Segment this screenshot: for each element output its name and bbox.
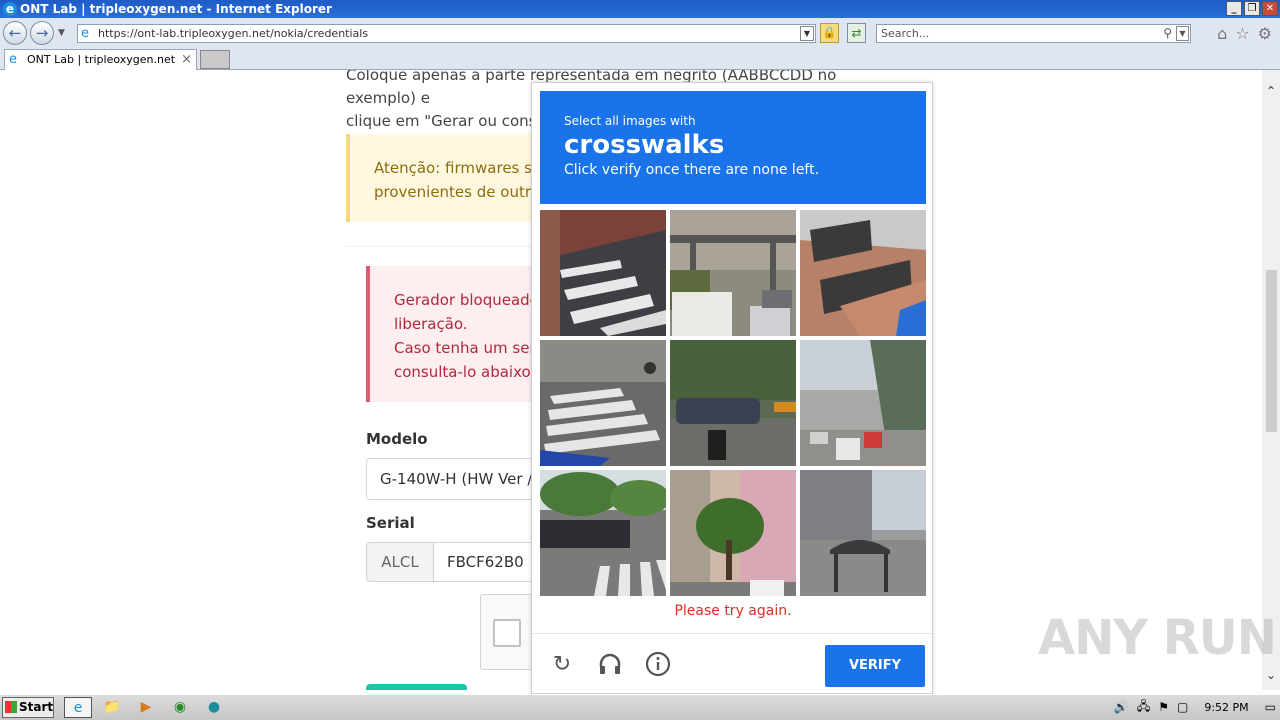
submit-button[interactable] (366, 684, 467, 690)
taskbar-edge-icon[interactable]: ● (200, 697, 228, 718)
tab-label: ONT Lab | tripleoxygen.net (27, 53, 176, 66)
car-motorcycle-image (670, 340, 796, 466)
captcha-challenge: Select all images with crosswalks Click … (531, 82, 934, 695)
audio-headphones-icon[interactable] (596, 651, 624, 679)
captcha-tile-7[interactable] (540, 470, 666, 596)
minimize-button[interactable]: _ (1226, 1, 1242, 16)
taskbar-ie-icon[interactable]: e (64, 697, 92, 718)
captcha-tile-9[interactable] (800, 470, 926, 596)
settings-gear-icon[interactable]: ⚙ (1258, 24, 1272, 43)
window-title-bar: e ONT Lab | tripleoxygen.net - Internet … (0, 0, 1280, 18)
favorites-star-icon[interactable]: ☆ (1235, 24, 1249, 43)
captcha-checkbox[interactable] (493, 619, 521, 647)
captcha-tile-4[interactable] (540, 340, 666, 466)
captcha-tile-8[interactable] (670, 470, 796, 596)
navigation-bar: ← → ▼ e https://ont-lab.tripleoxygen.net… (0, 18, 1280, 48)
captcha-tile-2[interactable] (670, 210, 796, 336)
captcha-footer: ↻ VERIFY (532, 633, 934, 695)
home-icon[interactable]: ⌂ (1217, 24, 1227, 43)
serial-prefix: ALCL (366, 542, 434, 582)
tab-ie-icon: e (9, 52, 17, 67)
volume-icon[interactable]: 🔊 (1114, 700, 1129, 714)
search-dropdown-icon[interactable]: ▼ (1176, 26, 1189, 41)
search-placeholder: Search... (881, 27, 930, 40)
ie-logo-icon: e (3, 2, 17, 16)
captcha-tile-5[interactable] (670, 340, 796, 466)
captcha-header: Select all images with crosswalks Click … (540, 91, 926, 204)
show-desktop-icon[interactable]: ▭ (1265, 700, 1276, 714)
browser-tools: ⌂ ☆ ⚙ (1217, 24, 1272, 43)
close-button[interactable]: ✕ (1262, 1, 1278, 16)
model-select[interactable]: G-140W-H (HW Ver / (366, 458, 556, 500)
tree-street-image (670, 470, 796, 596)
windows-logo-icon (5, 701, 17, 713)
gantry-van-image (670, 210, 796, 336)
info-icon[interactable] (644, 651, 672, 679)
back-button[interactable]: ← (3, 21, 27, 45)
vertical-scrollbar[interactable]: ⌃ ⌄ (1262, 70, 1280, 690)
forward-button[interactable]: → (30, 21, 54, 45)
action-center-flag-icon[interactable]: ⚑ (1158, 700, 1169, 714)
captcha-image-grid (540, 210, 926, 596)
start-label: Start (19, 700, 54, 714)
clock: 9:52 PM (1204, 700, 1249, 714)
search-icon[interactable]: ⚲ (1163, 25, 1172, 42)
serial-label: Serial (366, 514, 415, 532)
captcha-target: crosswalks (564, 130, 725, 160)
crosswalk-bikes-image (540, 470, 666, 596)
restore-button[interactable]: ❐ (1244, 1, 1260, 16)
headphones-svg (599, 653, 621, 674)
scroll-up-icon[interactable]: ⌃ (1266, 84, 1276, 98)
tab-ont-lab[interactable]: e ONT Lab | tripleoxygen.net × (4, 49, 197, 70)
overpass-image (800, 340, 926, 466)
new-tab-button[interactable] (200, 50, 230, 69)
refresh-icon[interactable]: ⇄ (847, 23, 866, 43)
start-button[interactable]: Start (2, 697, 54, 718)
captcha-instruction: Select all images with (564, 114, 696, 128)
window-controls: _ ❐ ✕ (1226, 1, 1278, 16)
model-label: Modelo (366, 430, 428, 448)
captcha-tile-3[interactable] (800, 210, 926, 336)
taskbar-explorer-icon[interactable]: 📁 (98, 697, 126, 718)
bus-stop-image (800, 470, 926, 596)
taskbar-chrome-icon[interactable]: ◉ (166, 697, 194, 718)
tab-close-icon[interactable]: × (181, 50, 192, 70)
history-dropdown-icon[interactable]: ▼ (58, 28, 65, 38)
captcha-error-message: Please try again. (674, 603, 792, 619)
scrollbar-thumb[interactable] (1266, 270, 1277, 432)
info-svg (645, 651, 671, 677)
captcha-hint: Click verify once there are none left. (564, 162, 820, 178)
lock-icon[interactable]: 🔒 (820, 23, 839, 43)
verify-button[interactable]: VERIFY (825, 645, 925, 687)
url-text: https://ont-lab.tripleoxygen.net/nokia/c… (98, 27, 369, 40)
anyrun-watermark: ANY RUN (1038, 610, 1277, 666)
reload-icon[interactable]: ↻ (548, 651, 576, 679)
site-ie-icon: e (81, 26, 89, 41)
crosswalk-cyclist-image (540, 340, 666, 466)
building-balcony-image (800, 210, 926, 336)
taskbar: Start e 📁 ▶ ◉ ● 🔊 🖧 ⚑ ▢ 9:52 PM ▭ (0, 694, 1280, 720)
taskbar-media-icon[interactable]: ▶ (132, 697, 160, 718)
window-title: ONT Lab | tripleoxygen.net - Internet Ex… (20, 2, 332, 16)
tab-bar: e ONT Lab | tripleoxygen.net × (0, 48, 1280, 70)
scroll-down-icon[interactable]: ⌄ (1266, 668, 1276, 682)
address-bar[interactable]: e https://ont-lab.tripleoxygen.net/nokia… (77, 24, 816, 43)
search-input[interactable]: Search... ⚲ ▼ (876, 24, 1191, 43)
captcha-tile-1[interactable] (540, 210, 666, 336)
crosswalk-image (540, 210, 666, 336)
captcha-tile-6[interactable] (800, 340, 926, 466)
address-dropdown-icon[interactable]: ▼ (800, 26, 814, 41)
network-icon[interactable]: 🖧 (1137, 697, 1150, 718)
system-tray: 🔊 🖧 ⚑ ▢ 9:52 PM ▭ (1114, 696, 1276, 718)
display-icon[interactable]: ▢ (1177, 700, 1188, 714)
